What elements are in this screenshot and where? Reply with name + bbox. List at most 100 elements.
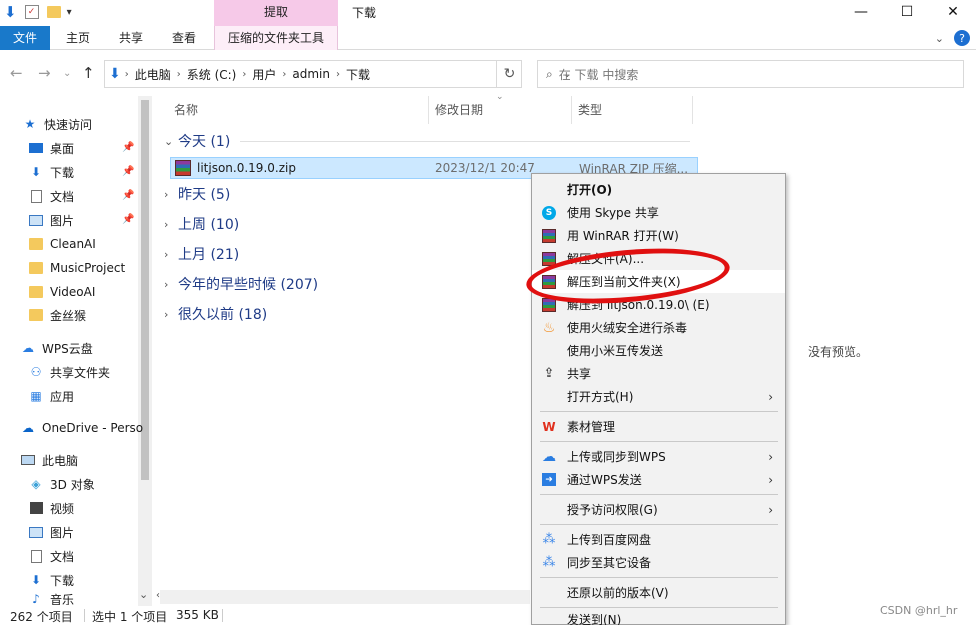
desktop-icon: [28, 140, 44, 156]
nav-wps-cloud[interactable]: ☁ WPS云盘: [20, 337, 93, 359]
menu-label: 发送到(N): [567, 613, 622, 625]
nav-label: 金丝猴: [50, 308, 87, 323]
nav-this-pc[interactable]: 此电脑: [20, 449, 78, 471]
menu-item-baidu-upload[interactable]: ⁂ 上传到百度网盘: [532, 528, 785, 551]
nav-pc-documents[interactable]: 文档: [28, 545, 74, 567]
group-today[interactable]: ⌄ 今天 (1): [164, 130, 230, 152]
nav-apps[interactable]: ▦ 应用: [28, 385, 74, 407]
ribbon-tabs: 文件 主页 共享 查看 压缩的文件夹工具 ⌄ ?: [0, 26, 976, 50]
breadcrumb-downloads[interactable]: 下载: [346, 66, 370, 83]
breadcrumb-this-pc[interactable]: 此电脑: [135, 66, 171, 83]
watermark: CSDN @hrl_hr: [880, 604, 958, 617]
menu-label: 使用火绒安全进行杀毒: [567, 321, 688, 335]
nav-documents[interactable]: 文档: [28, 185, 74, 207]
nav-label: 文档: [50, 549, 75, 564]
cube-icon: ◈: [31, 477, 41, 491]
nav-folder-cleanai[interactable]: CleanAI: [28, 233, 96, 255]
down-arrow-icon[interactable]: ⬇: [4, 3, 17, 21]
group-last-week[interactable]: › 上周 (10): [164, 213, 239, 235]
back-icon[interactable]: ←: [10, 64, 23, 82]
menu-item-xiaomi-send[interactable]: 使用小米互传发送: [532, 339, 785, 362]
menu-item-upload-wps[interactable]: ☁ 上传或同步到WPS ›: [532, 445, 785, 468]
fire-icon: ♨: [542, 319, 556, 336]
column-header-name[interactable]: 名称: [174, 98, 198, 122]
nav-folder-musicproject[interactable]: MusicProject: [28, 257, 125, 279]
nav-quick-access[interactable]: ★ 快速访问: [22, 113, 92, 135]
new-folder-icon[interactable]: [46, 6, 61, 18]
customize-toolbar-icon[interactable]: ▾: [67, 7, 72, 18]
breadcrumb-users[interactable]: 用户: [252, 66, 276, 83]
minimize-button[interactable]: —: [838, 0, 884, 24]
column-header-modified[interactable]: 修改日期: [435, 98, 483, 122]
refresh-icon: ↻: [503, 66, 516, 82]
menu-item-open-with-winrar[interactable]: 用 WinRAR 打开(W): [532, 224, 785, 247]
tab-file[interactable]: 文件: [0, 26, 50, 50]
menu-item-restore-versions[interactable]: 还原以前的版本(V): [532, 581, 785, 604]
nav-pc-downloads[interactable]: ⬇ 下载: [28, 569, 74, 591]
breadcrumb-admin[interactable]: admin: [292, 67, 330, 81]
address-row: ← → ⌄ ↑ ⬇ › 此电脑 › 系统 (C:) › 用户 › admin ›…: [0, 58, 976, 90]
menu-item-huorong-scan[interactable]: ♨ 使用火绒安全进行杀毒: [532, 316, 785, 339]
menu-item-share[interactable]: ⇪ 共享: [532, 362, 785, 385]
menu-item-sync-devices[interactable]: ⁂ 同步至其它设备: [532, 551, 785, 574]
chevron-right-icon: ›: [335, 68, 340, 80]
nav-folder-videoai[interactable]: VideoAI: [28, 281, 95, 303]
onedrive-icon: ☁: [22, 421, 34, 435]
nav-desktop[interactable]: 桌面: [28, 137, 74, 159]
nav-pc-pictures[interactable]: 图片: [28, 521, 74, 543]
menu-item-send-wps[interactable]: ➜ 通过WPS发送 ›: [532, 468, 785, 491]
nav-3d-objects[interactable]: ◈ 3D 对象: [28, 473, 94, 495]
winrar-icon: [541, 228, 557, 244]
nav-videos[interactable]: 视频: [28, 497, 74, 519]
horizontal-scrollbar[interactable]: [160, 590, 530, 604]
column-divider[interactable]: [428, 96, 429, 124]
search-icon: ⌕: [546, 66, 553, 81]
nav-shared-folder[interactable]: ⚇ 共享文件夹: [28, 361, 110, 383]
group-last-month[interactable]: › 上月 (21): [164, 243, 239, 265]
group-earlier-this-year[interactable]: › 今年的早些时候 (207): [164, 273, 318, 295]
close-button[interactable]: ✕: [930, 0, 976, 24]
recent-locations-icon[interactable]: ⌄: [63, 68, 71, 79]
address-bar[interactable]: ⬇ › 此电脑 › 系统 (C:) › 用户 › admin › 下载 ⌄: [104, 60, 571, 88]
expand-ribbon-icon[interactable]: ⌄: [935, 32, 944, 45]
menu-item-send-to[interactable]: 发送到(N): [532, 611, 785, 625]
menu-item-material-manage[interactable]: W 素材管理: [532, 415, 785, 438]
column-divider[interactable]: [571, 96, 572, 124]
tab-view[interactable]: 查看: [162, 26, 206, 50]
up-icon[interactable]: ↑: [82, 64, 95, 82]
properties-icon[interactable]: ✓: [24, 5, 39, 19]
nav-folder-jinsihou[interactable]: 金丝猴: [28, 304, 86, 326]
menu-item-skype-share[interactable]: S 使用 Skype 共享: [532, 201, 785, 224]
tab-share[interactable]: 共享: [109, 26, 153, 50]
scroll-left-icon[interactable]: ‹: [156, 590, 160, 601]
tab-home[interactable]: 主页: [56, 26, 100, 50]
submenu-arrow-icon: ›: [768, 389, 773, 404]
download-icon: ⬇: [30, 573, 42, 587]
nav-music[interactable]: ♪ 音乐: [28, 591, 74, 605]
nav-label: CleanAI: [50, 237, 96, 251]
group-yesterday[interactable]: › 昨天 (5): [164, 183, 230, 205]
refresh-button[interactable]: ↻: [496, 60, 522, 88]
cloud-icon: ☁: [542, 448, 556, 465]
chevron-right-icon: ›: [242, 68, 247, 80]
help-icon[interactable]: ?: [954, 30, 970, 46]
menu-item-open[interactable]: 打开(O): [532, 178, 785, 201]
breadcrumb-system-c[interactable]: 系统 (C:): [187, 66, 237, 83]
scroll-down-icon[interactable]: ⌄: [139, 588, 148, 601]
menu-item-grant-access[interactable]: 授予访问权限(G) ›: [532, 498, 785, 521]
nav-label: 共享文件夹: [50, 365, 111, 380]
nav-pictures[interactable]: 图片: [28, 209, 74, 231]
menu-label: 同步至其它设备: [567, 556, 652, 570]
forward-icon[interactable]: →: [38, 64, 51, 82]
maximize-button[interactable]: ☐: [884, 0, 930, 24]
nav-label: VideoAI: [50, 285, 96, 299]
column-header-type[interactable]: 类型: [578, 98, 602, 122]
group-long-ago[interactable]: › 很久以前 (18): [164, 303, 267, 325]
title-bar: ⬇ ✓ ▾ 提取 下载 — ☐ ✕: [0, 0, 976, 26]
tab-compressed-folder-tools[interactable]: 压缩的文件夹工具: [214, 26, 338, 50]
menu-item-open-with[interactable]: 打开方式(H) ›: [532, 385, 785, 408]
column-divider[interactable]: [692, 96, 693, 124]
nav-onedrive[interactable]: ☁ OneDrive - Perso: [20, 417, 143, 439]
search-input[interactable]: ⌕ 在 下载 中搜索: [537, 60, 964, 88]
nav-downloads[interactable]: ⬇ 下载: [28, 161, 74, 183]
